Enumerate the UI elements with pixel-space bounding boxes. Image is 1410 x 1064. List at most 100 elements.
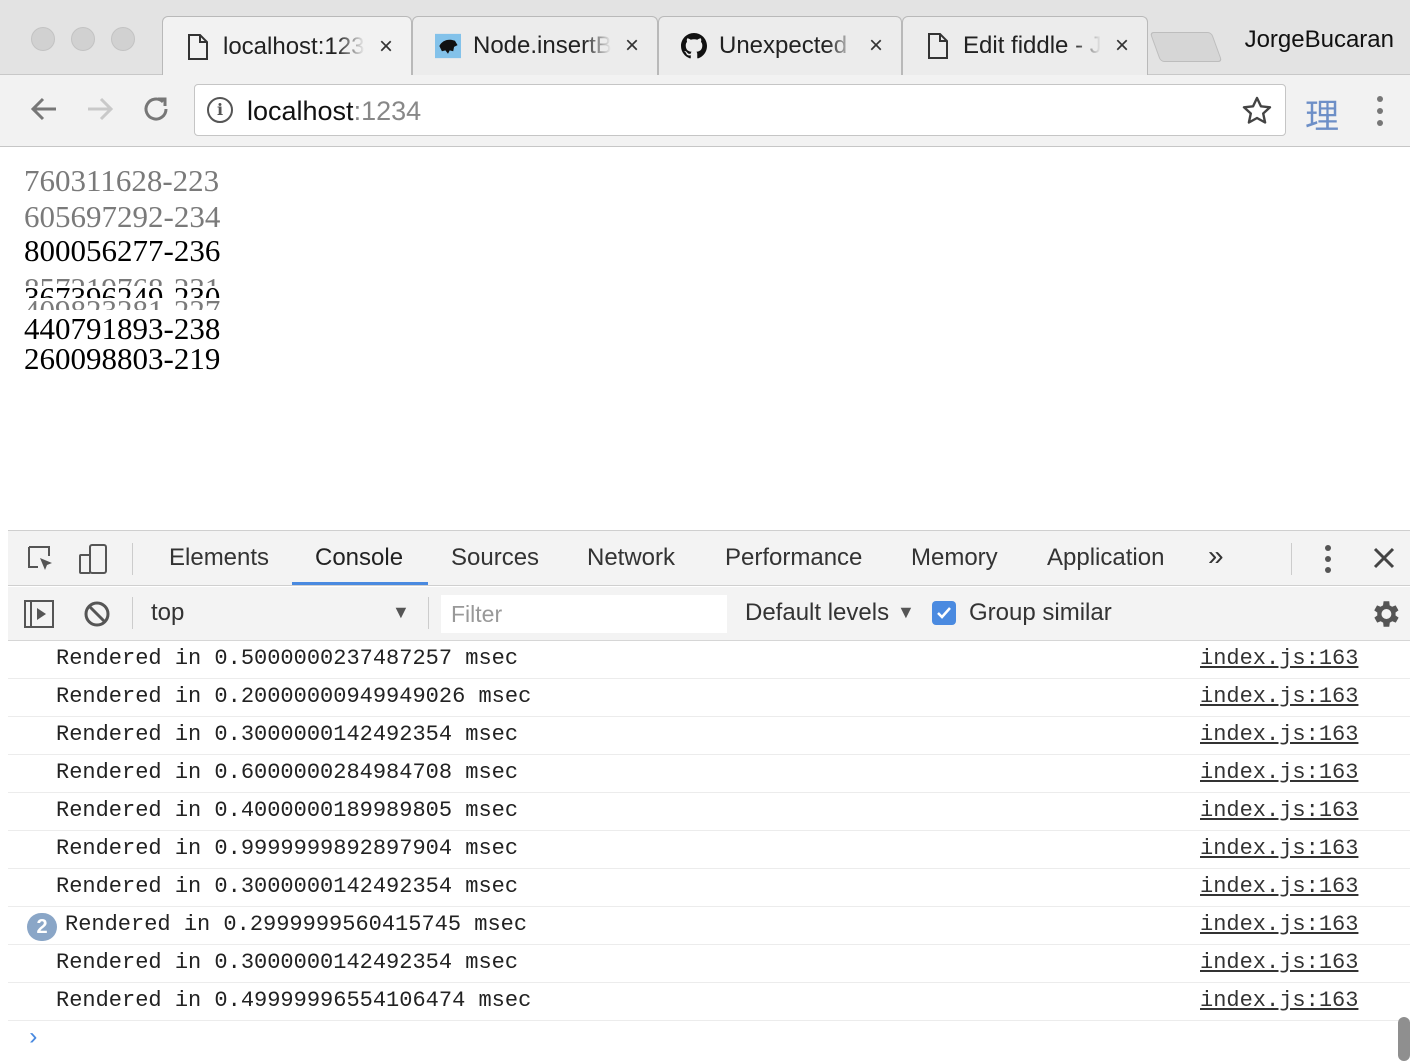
group-similar-checkbox[interactable] [932,601,956,625]
clear-console-button[interactable] [80,597,114,631]
log-message: Rendered in 0.2999999560415745 msec [65,912,528,937]
log-source-link[interactable]: index.js:163 [1200,760,1358,785]
tab-strip: localhost:1234 × Node.insertBefore × Une… [0,0,1410,76]
chevron-down-icon[interactable]: ▼ [897,602,915,623]
checkmark-icon [937,607,951,619]
log-message: Rendered in 0.4000000189989805 msec [56,798,519,823]
log-source-link[interactable]: index.js:163 [1200,950,1358,975]
list-item: 605697292-234 [24,199,221,234]
log-source-link[interactable]: index.js:163 [1200,988,1358,1013]
tab-close-button[interactable]: × [621,32,643,60]
tab-title: Node.insertBefore [473,32,611,59]
console-log-row: 2 Rendered in 0.2999999560415745 msec in… [8,907,1410,945]
list-item-text: 857219768-231 [24,272,220,286]
log-message: Rendered in 0.9999999892897904 msec [56,836,519,861]
browser-menu-icon[interactable] [1366,93,1394,129]
console-scrollbar[interactable] [1398,1017,1410,1061]
gear-icon[interactable] [1368,597,1402,631]
log-source-link[interactable]: index.js:163 [1200,684,1358,709]
tab-memory[interactable]: Memory [911,544,998,572]
active-tab-indicator [292,582,428,585]
log-source-link[interactable]: index.js:163 [1200,646,1358,671]
tab-title: localhost:1234 [223,32,365,60]
back-button[interactable] [24,89,64,129]
log-source-link[interactable]: index.js:163 [1200,912,1358,937]
log-message: Rendered in 0.6000000284984708 msec [56,760,519,785]
console-toolbar: top ▼ Default levels ▼ Group similar [8,587,1410,641]
group-similar-label[interactable]: Group similar [969,599,1112,627]
tab-title: Unexpected [719,32,848,59]
github-icon [681,33,707,59]
forward-button[interactable] [80,89,120,129]
page-icon [185,33,211,60]
device-toolbar-button[interactable] [76,542,110,576]
toolbar-divider [132,597,133,629]
list-item: 760311628-223 [24,163,220,198]
new-tab-button[interactable] [1149,32,1223,62]
console-log-row: Rendered in 0.20000000949949026 msec ind… [8,679,1410,717]
log-source-link[interactable]: index.js:163 [1200,722,1358,747]
window-zoom-button[interactable] [111,27,135,51]
console-log-row: Rendered in 0.3000000142492354 msec inde… [8,869,1410,907]
tab-title: Edit fiddle - JSFiddle [963,32,1101,59]
address-port: :1234 [353,96,422,126]
devtools-panel: Elements Console Sources Network Perform… [8,530,1410,1064]
list-item-transitioning: 409823281-227 [24,300,220,310]
list-item-transitioning: 857219768-231 [24,272,220,286]
console-log-row: Rendered in 0.49999996554106474 msec ind… [8,983,1410,1021]
toolbar-divider [1291,543,1292,575]
browser-toolbar: i localhost:1234 理 [0,75,1410,147]
log-message: Rendered in 0.49999996554106474 msec [56,988,532,1013]
tab-github-unexpected[interactable]: Unexpected × [658,16,902,75]
tab-console[interactable]: Console [315,544,403,572]
bookmark-star-icon[interactable] [1241,95,1273,127]
inspect-cursor-icon [28,546,52,570]
repeat-count-badge: 2 [27,913,57,941]
tab-sources[interactable]: Sources [451,544,539,572]
console-log-row: Rendered in 0.5000000237487257 msec inde… [8,641,1410,679]
log-message: Rendered in 0.3000000142492354 msec [56,874,519,899]
devtools-menu-icon[interactable] [1316,543,1340,575]
log-source-link[interactable]: index.js:163 [1200,836,1358,861]
tab-close-button[interactable]: × [375,33,397,61]
context-selector[interactable]: top [151,599,184,627]
more-tabs-button[interactable]: » [1208,540,1224,572]
list-item-transitioning: 367396249-230 [24,286,220,298]
console-log-row: Rendered in 0.3000000142492354 msec inde… [8,717,1410,755]
tab-localhost[interactable]: localhost:1234 × [162,16,412,76]
console-messages: Rendered in 0.5000000237487257 msec inde… [8,641,1410,1064]
chevron-down-icon[interactable]: ▼ [392,602,410,623]
tab-elements[interactable]: Elements [169,544,269,572]
page-content: 760311628-223 605697292-234 800056277-23… [0,148,1410,530]
close-icon[interactable] [1372,546,1396,570]
console-prompt[interactable]: › [26,1025,40,1052]
mdn-dino-icon [435,33,461,59]
toggle-sidebar-button[interactable] [22,597,56,631]
extension-icon[interactable]: 理 [1305,89,1339,138]
console-filter-input[interactable] [441,595,727,633]
list-item-text: 409823281-227 [24,300,220,310]
profile-name[interactable]: JorgeBucaran [1245,26,1394,54]
tab-close-button[interactable]: × [865,32,887,60]
tab-edit-fiddle[interactable]: Edit fiddle - JSFiddle × [902,16,1148,75]
window-minimize-button[interactable] [71,27,95,51]
block-icon [84,601,110,627]
tab-node-insertbefore[interactable]: Node.insertBefore × [412,16,658,75]
log-source-link[interactable]: index.js:163 [1200,798,1358,823]
tab-application[interactable]: Application [1047,544,1164,572]
log-source-link[interactable]: index.js:163 [1200,874,1358,899]
address-url[interactable]: localhost:1234 [247,96,421,127]
tab-close-button[interactable]: × [1111,32,1133,60]
console-log-row: Rendered in 0.9999999892897904 msec inde… [8,831,1410,869]
address-bar[interactable]: i localhost:1234 [194,84,1286,136]
list-item-text: 367396249-230 [24,286,220,298]
reload-button[interactable] [136,89,176,129]
console-log-row: Rendered in 0.3000000142492354 msec inde… [8,945,1410,983]
tab-performance[interactable]: Performance [725,544,862,572]
window-close-button[interactable] [31,27,55,51]
info-icon[interactable]: i [207,97,233,123]
log-levels-dropdown[interactable]: Default levels [745,599,889,627]
inspect-element-button[interactable] [24,542,58,576]
log-message: Rendered in 0.3000000142492354 msec [56,722,519,747]
tab-network[interactable]: Network [587,544,675,572]
